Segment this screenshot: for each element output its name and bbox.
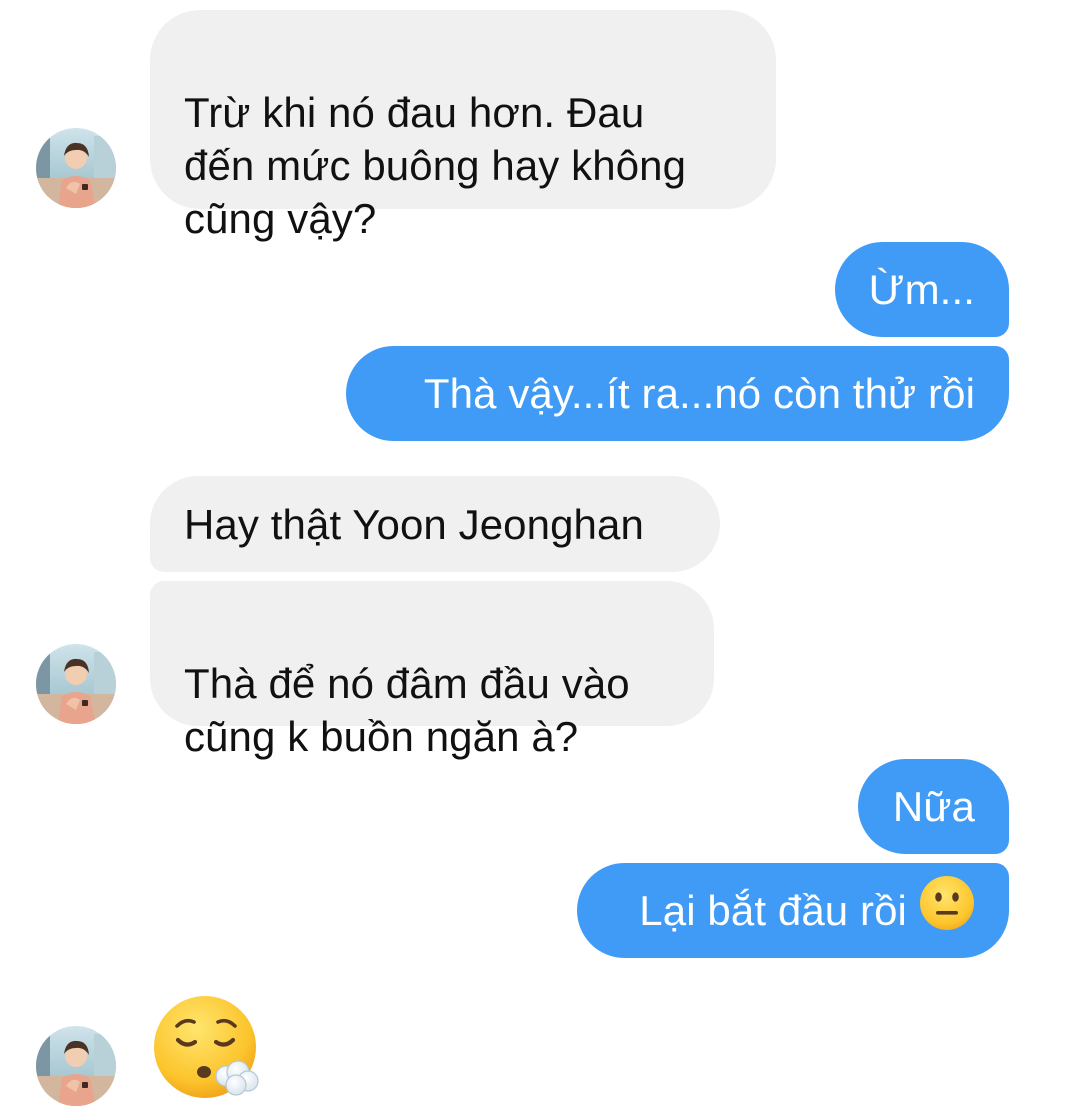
contact-avatar[interactable] [36,644,116,724]
contact-avatar[interactable] [36,128,116,208]
neutral-face-emoji-icon [919,875,975,943]
incoming-message-bubble[interactable]: Thà để nó đâm đầu vào cũng k buồn ngăn à… [150,581,714,760]
outgoing-message-bubble[interactable]: Nữa [858,759,1009,854]
outgoing-message-bubble[interactable]: Thà vậy...ít ra...nó còn thử rồi [346,346,1009,441]
message-text: Ừm... [868,266,975,313]
message-text: Thà để nó đâm đầu vào cũng k buồn ngăn à… [184,660,630,760]
message-text: Lại bắt đầu rồi [639,887,907,934]
message-text: Thà vậy...ít ra...nó còn thử rồi [423,370,975,417]
incoming-message-bubble[interactable]: Hay thật Yoon Jeonghan [150,476,720,572]
outgoing-message-bubble[interactable]: Lại bắt đầu rồi [577,863,1009,958]
outgoing-message-bubble[interactable]: Ừm... [835,242,1009,337]
message-text: Trừ khi nó đau hơn. Đau đến mức buông ha… [184,89,687,242]
message-text: Hay thật Yoon Jeonghan [184,500,644,548]
sleepy-sigh-face-emoji-icon[interactable] [152,996,262,1100]
contact-avatar[interactable] [36,1026,116,1106]
incoming-message-bubble[interactable]: Trừ khi nó đau hơn. Đau đến mức buông ha… [150,10,776,242]
message-text: Nữa [892,783,975,830]
